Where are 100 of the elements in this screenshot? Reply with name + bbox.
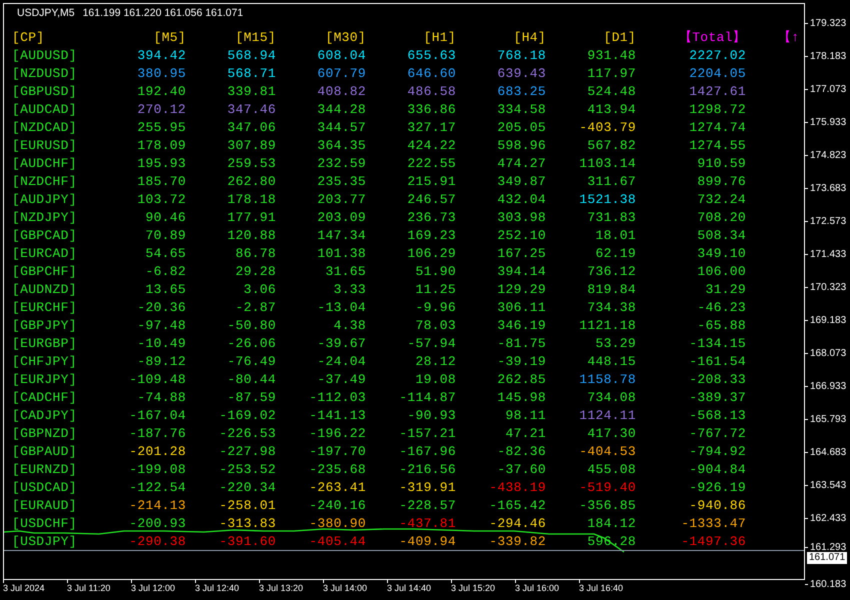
value-cell: -165.42 — [489, 497, 546, 515]
value-cell: 344.57 — [317, 119, 366, 137]
value-cell: -97.48 — [137, 317, 186, 335]
price-label: 165.793 — [810, 414, 846, 425]
value-cell: 413.94 — [587, 101, 636, 119]
chart-symbol: USDJPY,M5 — [17, 7, 75, 21]
value-cell: 524.48 — [587, 83, 636, 101]
value-cell: 178.18 — [227, 191, 276, 209]
value-cell: 31.29 — [705, 281, 746, 299]
value-cell: 931.48 — [587, 47, 636, 65]
value-cell: 486.58 — [407, 83, 456, 101]
value-cell: 4.38 — [334, 317, 366, 335]
column-header: [M30] — [325, 29, 366, 47]
price-label: 168.073 — [810, 348, 846, 359]
value-cell: -122.54 — [129, 479, 186, 497]
value-cell: 347.46 — [227, 101, 276, 119]
value-cell: 222.55 — [407, 155, 456, 173]
value-cell: 203.09 — [317, 209, 366, 227]
value-cell: 344.28 — [317, 101, 366, 119]
value-cell: 47.21 — [505, 425, 546, 443]
value-cell: 1124.11 — [579, 407, 636, 425]
value-cell: 646.60 — [407, 65, 456, 83]
value-cell: -409.94 — [399, 533, 456, 551]
current-price-label: 161.071 — [807, 552, 848, 564]
value-cell: 910.59 — [697, 155, 746, 173]
value-cell: -214.13 — [129, 497, 186, 515]
pair-cell: [AUDUSD] — [12, 47, 77, 65]
value-cell: -157.21 — [399, 425, 456, 443]
value-cell: -208.33 — [689, 371, 746, 389]
value-cell: -253.52 — [219, 461, 276, 479]
value-cell: 327.17 — [407, 119, 456, 137]
value-cell: 129.29 — [497, 281, 546, 299]
value-cell: -263.41 — [309, 479, 366, 497]
value-cell: -76.49 — [227, 353, 276, 371]
value-cell: 607.79 — [317, 65, 366, 83]
value-cell: -161.54 — [689, 353, 746, 371]
price-label: 164.683 — [810, 447, 846, 458]
value-cell: 819.84 — [587, 281, 636, 299]
value-cell: 195.93 — [137, 155, 186, 173]
value-cell: -200.93 — [129, 515, 186, 533]
time-label: 3 Jul 12:40 — [195, 583, 240, 593]
value-cell: 408.82 — [317, 83, 366, 101]
value-cell: -169.02 — [219, 407, 276, 425]
value-cell: -109.48 — [129, 371, 186, 389]
value-cell: -339.82 — [489, 533, 546, 551]
value-cell: 448.15 — [587, 353, 636, 371]
value-cell: -112.03 — [309, 389, 366, 407]
pair-cell: [AUDJPY] — [12, 191, 77, 209]
value-cell: 608.04 — [317, 47, 366, 65]
pair-cell: [USDCAD] — [12, 479, 77, 497]
value-cell: 70.89 — [145, 227, 186, 245]
pair-cell: [CADJPY] — [12, 407, 77, 425]
value-cell: 31.65 — [325, 263, 366, 281]
value-cell: -82.36 — [497, 443, 546, 461]
value-cell: -391.60 — [219, 533, 276, 551]
value-cell: -197.70 — [309, 443, 366, 461]
value-cell: -89.12 — [137, 353, 186, 371]
value-cell: -80.44 — [227, 371, 276, 389]
value-cell: 568.94 — [227, 47, 276, 65]
value-cell: 62.19 — [595, 245, 636, 263]
value-cell: 346.19 — [497, 317, 546, 335]
value-cell: -50.80 — [227, 317, 276, 335]
value-cell: 103.72 — [137, 191, 186, 209]
value-cell: -1333.47 — [681, 515, 746, 533]
price-label: 160.183 — [810, 579, 846, 590]
value-cell: 120.88 — [227, 227, 276, 245]
value-cell: -10.49 — [137, 335, 186, 353]
value-cell: -226.53 — [219, 425, 276, 443]
value-cell: 90.46 — [145, 209, 186, 227]
value-cell: 336.86 — [407, 101, 456, 119]
value-cell: 1158.78 — [579, 371, 636, 389]
value-cell: -290.38 — [129, 533, 186, 551]
value-cell: -6.82 — [145, 263, 186, 281]
value-cell: 86.78 — [235, 245, 276, 263]
value-cell: 28.12 — [415, 353, 456, 371]
value-cell: 51.90 — [415, 263, 456, 281]
pair-cell: [CHFJPY] — [12, 353, 77, 371]
value-cell: 259.53 — [227, 155, 276, 173]
pair-cell: [NZDUSD] — [12, 65, 77, 83]
value-cell: 394.42 — [137, 47, 186, 65]
value-cell: 567.82 — [587, 137, 636, 155]
time-label: 3 Jul 14:00 — [323, 583, 368, 593]
value-cell: -37.60 — [497, 461, 546, 479]
value-cell: 18.01 — [595, 227, 636, 245]
value-cell: -227.98 — [219, 443, 276, 461]
value-cell: 455.08 — [587, 461, 636, 479]
value-cell: 106.29 — [407, 245, 456, 263]
time-label: 3 Jul 12:00 — [131, 583, 176, 593]
value-cell: 235.35 — [317, 173, 366, 191]
value-cell: -134.15 — [689, 335, 746, 353]
value-cell: 205.05 — [497, 119, 546, 137]
time-label: 3 Jul 14:40 — [387, 583, 432, 593]
value-cell: -926.19 — [689, 479, 746, 497]
column-header: [M5] — [154, 29, 186, 47]
value-cell: -90.93 — [407, 407, 456, 425]
value-cell: 683.25 — [497, 83, 546, 101]
value-cell: 424.22 — [407, 137, 456, 155]
value-cell: 1274.55 — [689, 137, 746, 155]
value-cell: -9.96 — [415, 299, 456, 317]
value-cell: -74.88 — [137, 389, 186, 407]
